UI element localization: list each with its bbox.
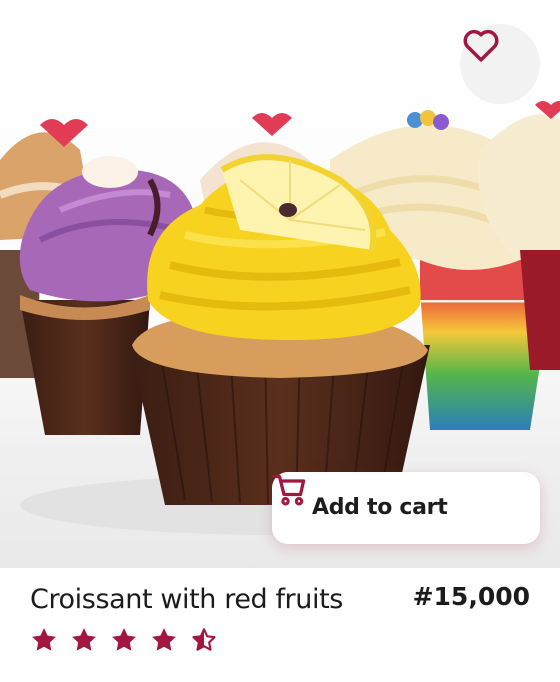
product-info: Croissant with red fruits #15,000 xyxy=(0,568,560,682)
product-card: Add to cart Croissant with red fruits #1… xyxy=(0,0,560,682)
product-price: #15,000 xyxy=(412,582,530,611)
star-icon xyxy=(72,628,96,651)
product-title: Croissant with red fruits xyxy=(30,584,343,615)
add-to-cart-label: Add to cart xyxy=(312,495,448,520)
star-half-icon xyxy=(192,628,216,651)
star-icon xyxy=(112,628,136,651)
add-to-cart-button[interactable]: Add to cart xyxy=(272,472,540,544)
heart-outline-icon xyxy=(463,29,499,62)
shopping-cart-icon xyxy=(273,474,306,506)
favorite-button[interactable] xyxy=(460,24,540,104)
product-image[interactable]: Add to cart xyxy=(0,0,560,568)
star-icon xyxy=(152,628,176,651)
star-rating xyxy=(30,626,218,654)
star-icon xyxy=(32,628,56,651)
